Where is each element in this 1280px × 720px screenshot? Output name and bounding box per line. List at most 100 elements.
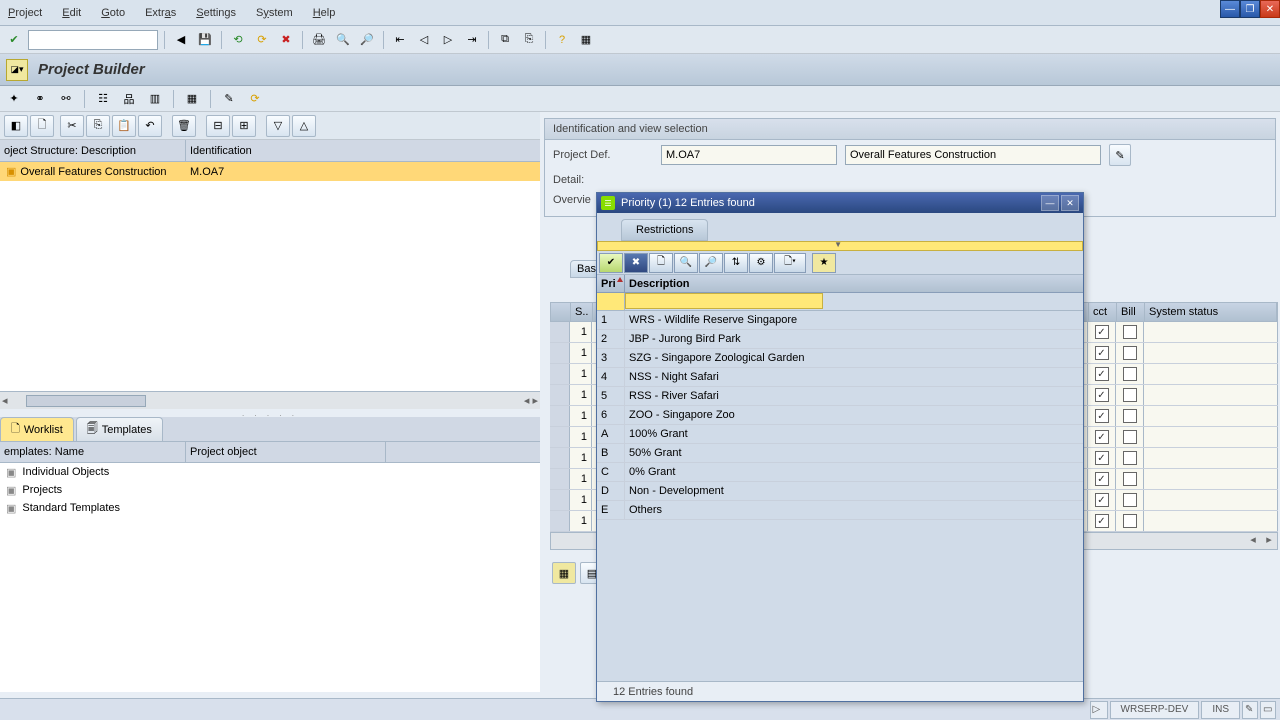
save-icon[interactable]: 💾 [195,30,215,50]
col-bill[interactable]: Bill [1117,303,1145,321]
cct-checkbox[interactable]: ✓ [1095,430,1109,444]
col-s[interactable]: S.. [571,303,593,321]
back-icon[interactable]: ◀ [171,30,191,50]
tab-worklist[interactable]: 🗋 Worklist [0,417,74,441]
find-button[interactable]: 🔍 [674,253,698,273]
menu-goto[interactable]: Goto [101,7,125,19]
tree-paste-icon[interactable]: 📋 [112,115,136,137]
maximize-button[interactable]: ❐ [1240,0,1260,18]
col-description[interactable]: Description [625,275,1083,292]
cancel-icon[interactable]: ✖ [276,30,296,50]
net-icon[interactable]: ▦ [182,89,202,109]
cct-checkbox[interactable]: ✓ [1095,325,1109,339]
tree-body[interactable]: ▣ Overall Features Construction M.OA7 [0,162,540,391]
sb-icon1[interactable]: ▷ [1090,701,1108,719]
tree-up-icon[interactable]: △ [292,115,316,137]
tree-collapse-icon[interactable]: ⊟ [206,115,230,137]
tree-expand-icon[interactable]: ⊞ [232,115,256,137]
new-session-icon[interactable]: ⧉ [495,30,515,50]
cct-checkbox[interactable]: ✓ [1095,514,1109,528]
menu-project[interactable]: Project [8,7,42,19]
exit-icon[interactable]: ⟳ [252,30,272,50]
bill-checkbox[interactable] [1123,472,1137,486]
bill-checkbox[interactable] [1123,409,1137,423]
edit-text-button[interactable]: ✎ [1109,144,1131,166]
scroll-right-icon[interactable]: ▸ [1261,533,1277,549]
table-row[interactable]: 5RSS - River Safari [597,387,1083,406]
export-button[interactable]: 🗋▾ [774,253,806,273]
cct-checkbox[interactable]: ✓ [1095,409,1109,423]
sb-icon2[interactable]: ✎ [1242,701,1258,719]
link1-icon[interactable]: ⚭ [30,89,50,109]
tree-hscroll[interactable]: ◂ ◂ ▸ [0,391,540,409]
find2-button[interactable]: 🔎 [699,253,723,273]
sb-icon3[interactable]: ▭ [1260,701,1276,719]
menu-extras[interactable]: Extras [145,7,176,19]
menu-system[interactable]: System [256,7,293,19]
table-row[interactable]: 1WRS - Wildlife Reserve Singapore [597,311,1083,330]
link2-icon[interactable]: ⚯ [56,89,76,109]
bill-checkbox[interactable] [1123,325,1137,339]
hier3-icon[interactable]: ▥ [145,89,165,109]
hier2-icon[interactable]: 品 [119,89,139,109]
star-button[interactable]: ★ [812,253,836,273]
projdef-input[interactable] [661,145,837,165]
select-all-button[interactable]: ▦ [552,562,576,584]
enter-icon[interactable]: ✔ [4,30,24,50]
back-green-icon[interactable]: ⟲ [228,30,248,50]
tree-col-identification[interactable]: Identification [186,140,540,161]
tree-new-icon[interactable]: 🗋 [30,115,54,137]
cct-checkbox[interactable]: ✓ [1095,346,1109,360]
bill-checkbox[interactable] [1123,388,1137,402]
print-icon[interactable]: 🖨 [309,30,329,50]
tree-col-description[interactable]: oject Structure: Description [0,140,186,161]
menu-help[interactable]: Help [313,7,336,19]
filter-desc-input[interactable] [625,293,823,309]
table-row[interactable]: A100% Grant [597,425,1083,444]
cct-checkbox[interactable]: ✓ [1095,388,1109,402]
cct-checkbox[interactable]: ✓ [1095,451,1109,465]
table-row[interactable]: B50% Grant [597,444,1083,463]
layout-icon[interactable]: ▦ [576,30,596,50]
edit-icon[interactable]: ✎ [219,89,239,109]
bill-checkbox[interactable] [1123,430,1137,444]
next-page-icon[interactable]: ▷ [438,30,458,50]
wand-icon[interactable]: ✦ [4,89,24,109]
table-row[interactable]: DNon - Development [597,482,1083,501]
command-field[interactable] [28,30,158,50]
wk-col-name[interactable]: emplates: Name [0,442,186,462]
title-icon[interactable]: ◪▾ [6,59,28,81]
list-item[interactable]: ▣Projects [0,481,540,499]
minimize-button[interactable]: — [1220,0,1240,18]
table-row[interactable]: 4NSS - Night Safari [597,368,1083,387]
find-icon[interactable]: 🔍 [333,30,353,50]
first-page-icon[interactable]: ⇤ [390,30,410,50]
tree-copy-icon[interactable]: ⎘ [86,115,110,137]
find-next-icon[interactable]: 🔎 [357,30,377,50]
cancel-filter-button[interactable]: ✖ [624,253,648,273]
accept-button[interactable]: ✔ [599,253,623,273]
cct-checkbox[interactable]: ✓ [1095,472,1109,486]
splitter[interactable]: . . . . . [0,409,540,417]
worklist-body[interactable]: ▣Individual Objects ▣Projects ▣Standard … [0,463,540,692]
menu-settings[interactable]: Settings [196,7,236,19]
close-button[interactable]: ✕ [1260,0,1280,18]
bill-checkbox[interactable] [1123,514,1137,528]
table-row[interactable]: 6ZOO - Singapore Zoo [597,406,1083,425]
table-row[interactable]: 3SZG - Singapore Zoological Garden [597,349,1083,368]
col-system-status[interactable]: System status [1145,303,1277,321]
tree-sel-icon[interactable]: ◧ [4,115,28,137]
wk-col-object[interactable]: Project object [186,442,386,462]
scroll-left-icon[interactable]: ◂ [1245,533,1261,549]
bill-checkbox[interactable] [1123,367,1137,381]
dialog-close-button[interactable]: ✕ [1061,195,1079,211]
new-button[interactable]: 🗋 [649,253,673,273]
tree-delete-icon[interactable]: 🗑 [172,115,196,137]
bill-checkbox[interactable] [1123,493,1137,507]
bill-checkbox[interactable] [1123,451,1137,465]
filter-pri-input[interactable] [597,293,625,310]
tree-cut-icon[interactable]: ✂ [60,115,84,137]
cct-checkbox[interactable]: ✓ [1095,493,1109,507]
tab-templates[interactable]: 🗐 Templates [76,417,163,441]
hier1-icon[interactable]: ☷ [93,89,113,109]
